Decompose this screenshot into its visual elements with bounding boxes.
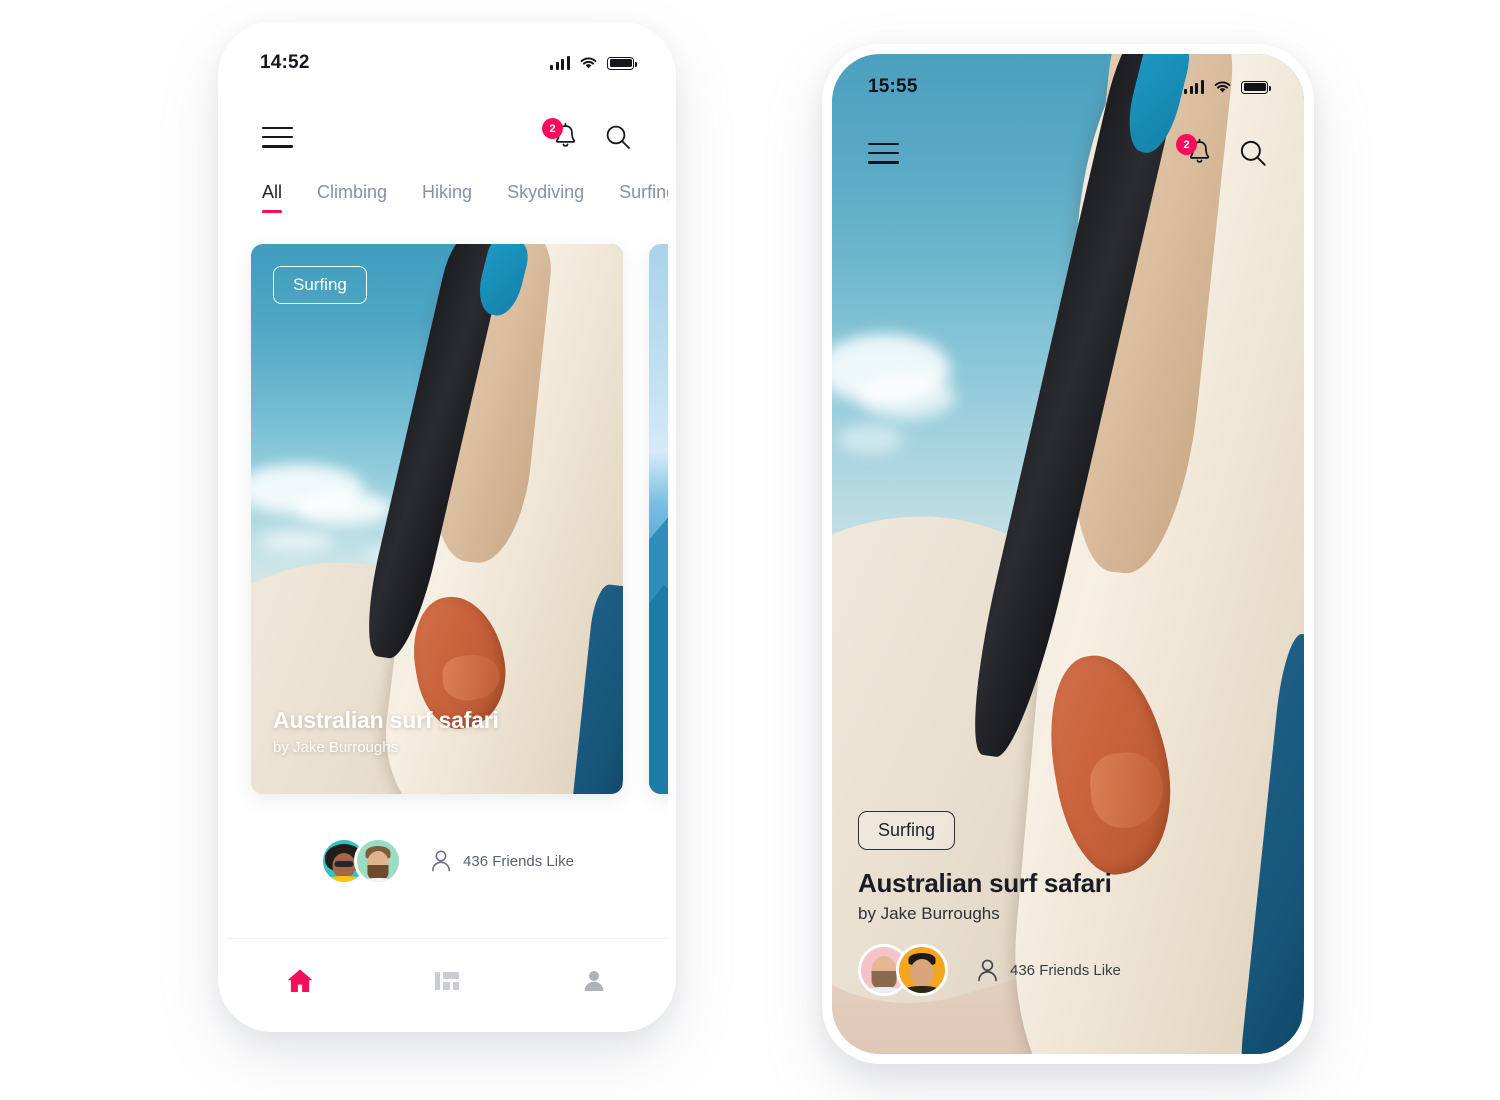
hamburger-menu-icon[interactable] (262, 120, 293, 154)
status-bar-left: 14:52 (226, 32, 668, 94)
feed-card[interactable]: Surfing Australian surf safari by Jake B… (251, 244, 623, 794)
friend-avatars[interactable] (858, 944, 948, 996)
detail-byline: by Jake Burroughs (858, 904, 1000, 923)
grid-layout-icon (434, 971, 459, 990)
nav-dashboard-button[interactable] (373, 969, 520, 993)
card-text-block: Australian surf safari by Jake Burroughs (273, 707, 499, 756)
friends-count: 436 Friends Like (463, 852, 574, 870)
bottom-navigation (226, 938, 668, 1022)
phone-mockup-right: 15:55 2 Surfing Australian surf safari b… (822, 44, 1314, 1064)
person-outline-icon (978, 959, 997, 981)
avatar-young-man[interactable] (896, 944, 948, 996)
nav-home-button[interactable] (226, 967, 373, 995)
status-time: 14:52 (260, 52, 310, 73)
category-tabs: All Climbing Hiking Skydiving Surfing (226, 182, 668, 213)
top-nav-actions: 2 (1176, 134, 1268, 168)
status-icons (1184, 80, 1271, 94)
tab-skydiving[interactable]: Skydiving (507, 182, 584, 213)
detail-title: Australian surf safari (858, 868, 1112, 898)
person-icon (584, 970, 604, 991)
top-nav-actions: 2 (542, 118, 632, 152)
status-time: 15:55 (868, 76, 918, 97)
phone-screen-left: 14:52 2 All Climbing Hiking Skydiving Su… (226, 32, 668, 1022)
home-icon (287, 968, 313, 992)
search-icon[interactable] (604, 123, 632, 151)
avatar-bearded-man[interactable] (354, 837, 403, 885)
notifications-button[interactable]: 2 (1176, 134, 1213, 168)
friends-row-left: 436 Friends Like (226, 837, 668, 885)
card-title: Australian surf safari (273, 707, 499, 733)
tab-climbing[interactable]: Climbing (317, 182, 387, 213)
friends-count: 436 Friends Like (1010, 961, 1121, 979)
tab-all[interactable]: All (262, 182, 283, 213)
status-bar-right: 15:55 (832, 54, 1304, 120)
phone-mockup-left: 14:52 2 All Climbing Hiking Skydiving Su… (218, 22, 676, 1032)
top-nav-right: 2 (832, 134, 1304, 170)
detail-overlay: Surfing Australian surf safari by Jake B… (858, 811, 1121, 996)
hamburger-menu-icon[interactable] (868, 136, 899, 170)
friends-row-right: 436 Friends Like (858, 944, 1121, 996)
notification-badge: 2 (542, 118, 563, 140)
phone-screen-right: 15:55 2 Surfing Australian surf safari b… (832, 54, 1304, 1054)
tab-surfing[interactable]: Surfing (619, 182, 668, 213)
cellular-signal-icon (1184, 80, 1204, 94)
card-carousel[interactable]: Surfing Australian surf safari by Jake B… (251, 244, 668, 794)
friends-like-label: 436 Friends Like (976, 958, 1121, 983)
notifications-button[interactable]: 2 (542, 118, 579, 152)
top-nav-left: 2 (226, 118, 668, 154)
wifi-icon (580, 57, 597, 69)
tab-hiking[interactable]: Hiking (422, 182, 472, 213)
nav-profile-button[interactable] (521, 968, 668, 994)
feed-card-next[interactable] (649, 244, 668, 794)
card-byline: by Jake Burroughs (273, 739, 399, 756)
cellular-signal-icon (550, 56, 570, 70)
friend-avatars[interactable] (320, 837, 403, 885)
wifi-icon (1214, 81, 1231, 93)
card-photo-mountain (649, 244, 668, 794)
search-icon[interactable] (1238, 138, 1268, 168)
friends-like-label: 436 Friends Like (430, 849, 574, 873)
notification-badge: 2 (1176, 134, 1197, 156)
battery-full-icon (1241, 80, 1271, 94)
battery-full-icon (607, 56, 637, 70)
person-outline-icon (432, 850, 451, 872)
detail-category-badge[interactable]: Surfing (858, 811, 956, 850)
status-icons (550, 56, 637, 70)
card-category-badge[interactable]: Surfing (273, 266, 367, 304)
